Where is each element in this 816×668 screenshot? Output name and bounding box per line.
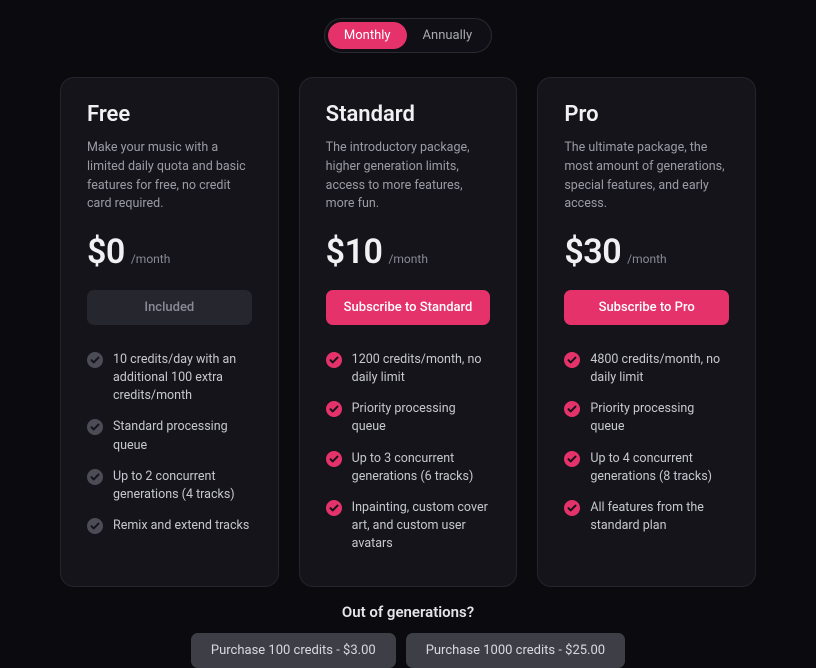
feature-text: 10 credits/day with an additional 100 ex… xyxy=(113,351,252,405)
list-item: Inpainting, custom cover art, and custom… xyxy=(326,499,491,553)
price-row: $10 /month xyxy=(326,232,491,272)
price-per: /month xyxy=(388,252,427,266)
plan-desc: The ultimate package, the most amount of… xyxy=(564,139,729,214)
list-item: Priority processing queue xyxy=(326,400,491,436)
subscribe-pro-button[interactable]: Subscribe to Pro xyxy=(564,290,729,325)
price-row: $30 /month xyxy=(564,232,729,272)
list-item: Priority processing queue xyxy=(564,400,729,436)
billing-toggle: Monthly Annually xyxy=(324,18,492,53)
list-item: 4800 credits/month, no daily limit xyxy=(564,351,729,387)
feature-text: Standard processing queue xyxy=(113,418,252,454)
check-icon xyxy=(326,451,342,467)
plan-standard: Standard The introductory package, highe… xyxy=(299,77,518,587)
feature-list: 1200 credits/month, no daily limit Prior… xyxy=(326,351,491,553)
plan-desc: The introductory package, higher generat… xyxy=(326,139,491,214)
monthly-toggle[interactable]: Monthly xyxy=(328,22,407,49)
annually-toggle[interactable]: Annually xyxy=(407,22,489,49)
check-icon xyxy=(564,401,580,417)
check-icon xyxy=(87,419,103,435)
feature-text: Up to 4 concurrent generations (8 tracks… xyxy=(590,450,729,486)
feature-list: 10 credits/day with an additional 100 ex… xyxy=(87,351,252,535)
subscribe-standard-button[interactable]: Subscribe to Standard xyxy=(326,290,491,325)
included-button: Included xyxy=(87,290,252,325)
check-icon xyxy=(564,352,580,368)
feature-text: Inpainting, custom cover art, and custom… xyxy=(352,499,491,553)
list-item: Up to 3 concurrent generations (6 tracks… xyxy=(326,450,491,486)
feature-text: 1200 credits/month, no daily limit xyxy=(352,351,491,387)
purchase-1000-button[interactable]: Purchase 1000 credits - $25.00 xyxy=(406,633,625,668)
check-icon xyxy=(326,500,342,516)
list-item: Standard processing queue xyxy=(87,418,252,454)
check-icon xyxy=(87,469,103,485)
feature-list: 4800 credits/month, no daily limit Prior… xyxy=(564,351,729,535)
price-row: $0 /month xyxy=(87,232,252,272)
list-item: All features from the standard plan xyxy=(564,499,729,535)
check-icon xyxy=(564,451,580,467)
feature-text: Remix and extend tracks xyxy=(113,517,249,535)
check-icon xyxy=(326,352,342,368)
plan-title: Standard xyxy=(326,102,491,127)
check-icon xyxy=(87,518,103,534)
list-item: 1200 credits/month, no daily limit xyxy=(326,351,491,387)
price-per: /month xyxy=(131,252,170,266)
feature-text: Priority processing queue xyxy=(590,400,729,436)
check-icon xyxy=(326,401,342,417)
price-amount: $30 xyxy=(564,232,621,272)
plan-title: Free xyxy=(87,102,252,127)
feature-text: Up to 2 concurrent generations (4 tracks… xyxy=(113,468,252,504)
feature-text: Priority processing queue xyxy=(352,400,491,436)
price-amount: $0 xyxy=(87,232,125,272)
out-title: Out of generations? xyxy=(0,603,816,621)
out-of-generations-section: Out of generations? Purchase 100 credits… xyxy=(0,603,816,668)
price-per: /month xyxy=(627,252,666,266)
feature-text: Up to 3 concurrent generations (6 tracks… xyxy=(352,450,491,486)
check-icon xyxy=(87,352,103,368)
purchase-100-button[interactable]: Purchase 100 credits - $3.00 xyxy=(191,633,396,668)
list-item: Remix and extend tracks xyxy=(87,517,252,535)
feature-text: All features from the standard plan xyxy=(590,499,729,535)
check-icon xyxy=(564,500,580,516)
feature-text: 4800 credits/month, no daily limit xyxy=(590,351,729,387)
plan-title: Pro xyxy=(564,102,729,127)
plan-pro: Pro The ultimate package, the most amoun… xyxy=(537,77,756,587)
plan-desc: Make your music with a limited daily quo… xyxy=(87,139,252,214)
list-item: 10 credits/day with an additional 100 ex… xyxy=(87,351,252,405)
list-item: Up to 4 concurrent generations (8 tracks… xyxy=(564,450,729,486)
price-amount: $10 xyxy=(326,232,383,272)
pricing-plans: Free Make your music with a limited dail… xyxy=(0,77,816,587)
plan-free: Free Make your music with a limited dail… xyxy=(60,77,279,587)
list-item: Up to 2 concurrent generations (4 tracks… xyxy=(87,468,252,504)
